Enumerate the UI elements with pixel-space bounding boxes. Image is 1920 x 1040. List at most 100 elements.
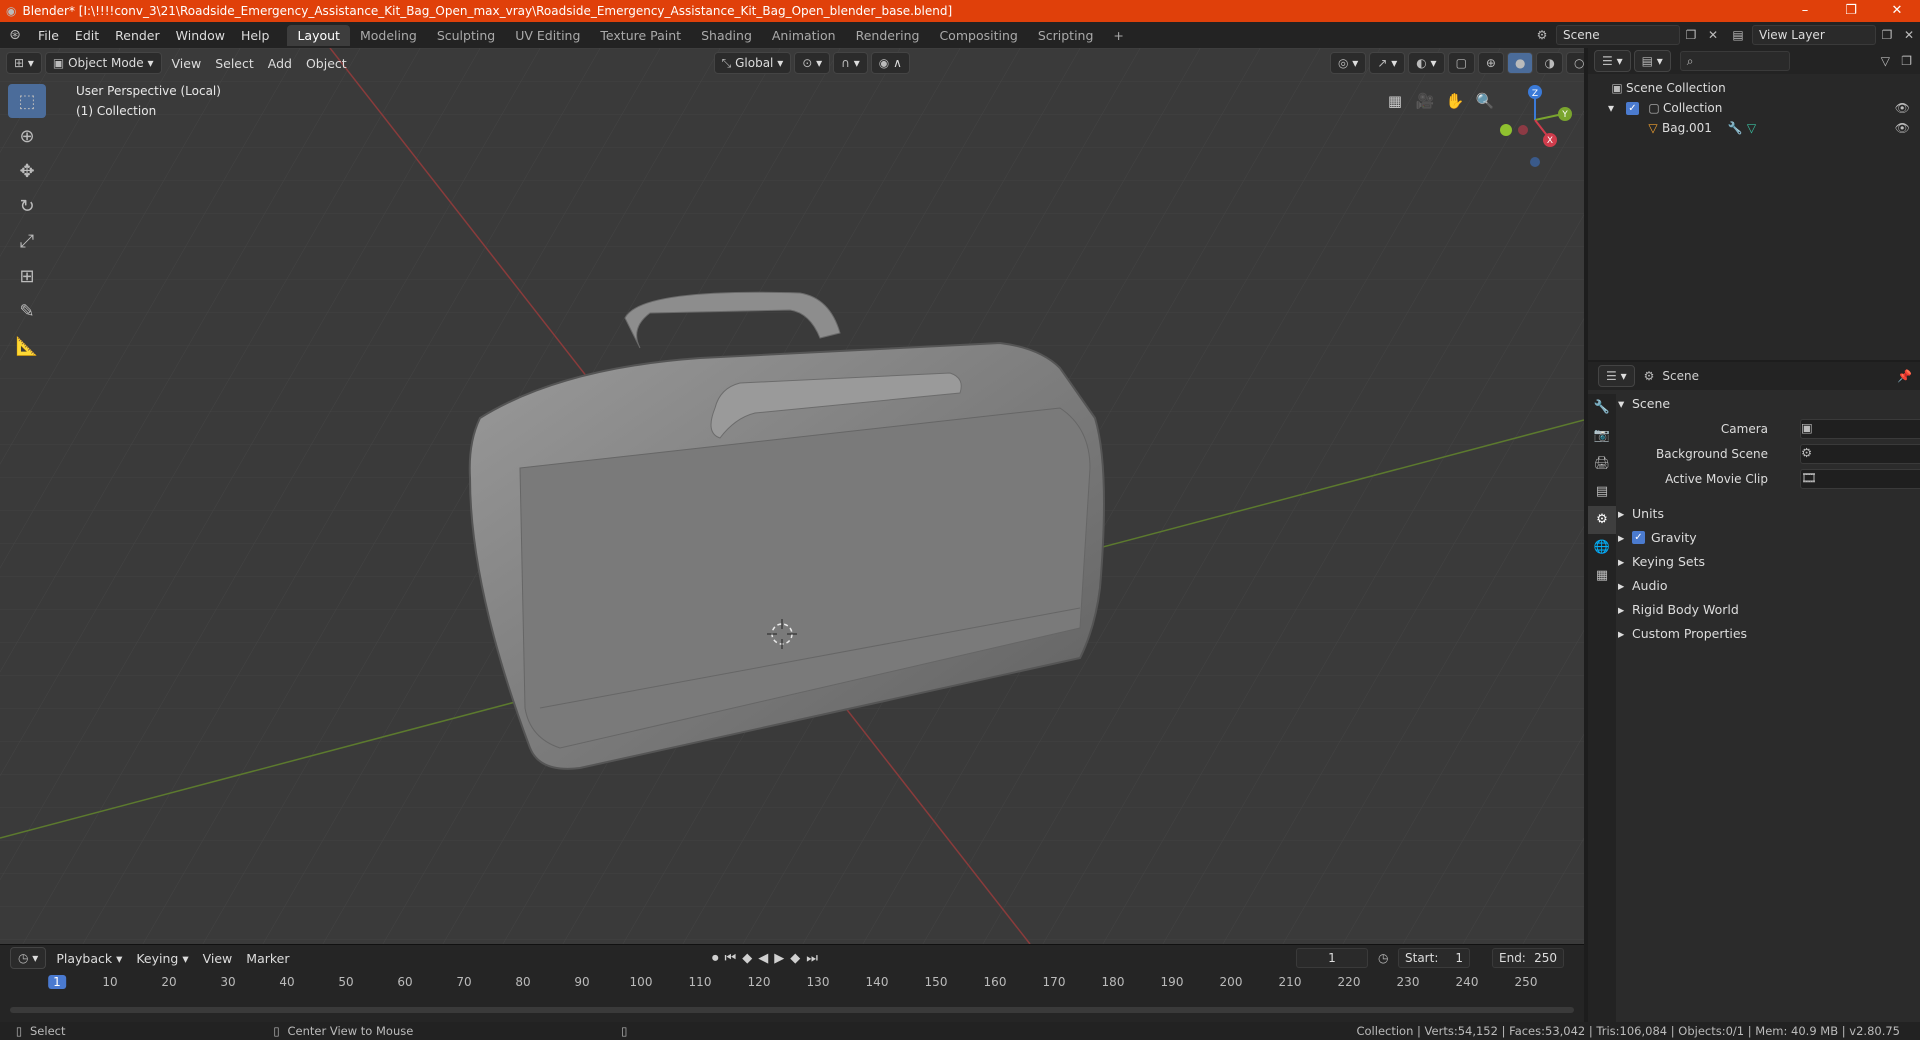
shading-material-button[interactable]: ◑ bbox=[1536, 52, 1563, 74]
jump-start-icon[interactable]: ⏮ bbox=[725, 951, 737, 966]
scene-panel-header[interactable]: ▾ Scene bbox=[1618, 392, 1670, 414]
frame-ruler[interactable]: 1 10 20 30 40 50 60 70 80 90 100 110 120… bbox=[0, 975, 1584, 995]
cursor-tool[interactable]: ⊕ bbox=[8, 119, 46, 153]
measure-tool[interactable]: 📐 bbox=[8, 329, 46, 363]
view-layer-field[interactable]: View Layer bbox=[1752, 25, 1876, 45]
timeline-menu-marker[interactable]: Marker bbox=[239, 951, 296, 966]
keying-sets-section[interactable]: ▸ Keying Sets bbox=[1618, 550, 1705, 572]
timeline-menu-playback[interactable]: Playback ▾ bbox=[49, 951, 129, 966]
outliner-search-input[interactable]: ⌕ bbox=[1679, 51, 1790, 71]
outliner-object-bag[interactable]: ▽ Bag.001 🔧 ▽ 👁 bbox=[1608, 118, 1920, 138]
gravity-checkbox[interactable]: ✓ bbox=[1632, 530, 1645, 544]
move-tool[interactable]: ✥ bbox=[8, 154, 46, 188]
properties-editor-type[interactable]: ☰ ▾ bbox=[1598, 365, 1635, 387]
next-keyframe-icon[interactable]: ◆ bbox=[790, 951, 800, 966]
custom-properties-section[interactable]: ▸ Custom Properties bbox=[1618, 622, 1747, 644]
background-scene-field[interactable]: ⚙ bbox=[1800, 444, 1920, 464]
scene-selector-icon[interactable]: ⚙ bbox=[1528, 28, 1556, 42]
tab-scripting[interactable]: Scripting bbox=[1028, 25, 1104, 46]
audio-section[interactable]: ▸ Audio bbox=[1618, 574, 1668, 596]
play-icon[interactable]: ▶ bbox=[774, 951, 784, 966]
collapse-arrow-icon[interactable]: ▾ bbox=[1608, 101, 1626, 115]
camera-field[interactable]: ▣ bbox=[1800, 419, 1920, 439]
overlay-toggle[interactable]: ◐ ▾ bbox=[1408, 52, 1445, 74]
timeline-menu-keying[interactable]: Keying ▾ bbox=[129, 951, 195, 966]
blender-menu-icon[interactable]: ⊛ bbox=[0, 27, 30, 43]
viewport-menu-view[interactable]: View bbox=[165, 56, 209, 71]
proportional-edit-toggle[interactable]: ◉ ∧ bbox=[870, 52, 910, 74]
filter-icon[interactable]: ▽ bbox=[1881, 54, 1890, 68]
scene-name-field[interactable]: Scene bbox=[1556, 25, 1680, 45]
tab-scene[interactable]: ⚙ bbox=[1588, 506, 1616, 534]
tab-texture[interactable]: ▦ bbox=[1588, 562, 1616, 590]
eye-icon[interactable]: 👁 bbox=[1895, 101, 1910, 115]
pivot-dropdown[interactable]: ⊙ ▾ bbox=[794, 52, 831, 74]
xray-toggle[interactable]: ▢ bbox=[1447, 52, 1475, 74]
zoom-icon[interactable]: 🔍 bbox=[1470, 86, 1500, 116]
outliner-scene-collection[interactable]: ▣ Scene Collection bbox=[1608, 78, 1920, 98]
snap-toggle[interactable]: ∩ ▾ bbox=[833, 52, 868, 74]
menu-file[interactable]: File bbox=[30, 28, 67, 43]
remove-scene-icon[interactable]: ✕ bbox=[1702, 28, 1724, 42]
editor-type-button[interactable]: ⊞ ▾ bbox=[6, 52, 42, 74]
tab-uv-editing[interactable]: UV Editing bbox=[505, 25, 590, 46]
tab-tool[interactable]: 🔧 bbox=[1588, 394, 1616, 422]
menu-edit[interactable]: Edit bbox=[67, 28, 107, 43]
gizmo-toggle[interactable]: ↗ ▾ bbox=[1369, 52, 1406, 74]
select-box-tool[interactable]: ⬚ bbox=[8, 84, 46, 118]
active-movie-clip-field[interactable]: 🎞 bbox=[1800, 469, 1920, 489]
tab-rendering[interactable]: Rendering bbox=[846, 25, 930, 46]
menu-render[interactable]: Render bbox=[107, 28, 168, 43]
remove-view-layer-icon[interactable]: ✕ bbox=[1898, 28, 1920, 42]
tab-shading[interactable]: Shading bbox=[691, 25, 762, 46]
annotate-tool[interactable]: ✎ bbox=[8, 294, 46, 328]
prev-keyframe-icon[interactable]: ◆ bbox=[742, 951, 752, 966]
shading-rendered-button[interactable]: ○ ▾ bbox=[1565, 52, 1584, 74]
tab-layout[interactable]: Layout bbox=[287, 24, 350, 46]
pin-icon[interactable]: 📌 bbox=[1897, 369, 1912, 383]
viewport-menu-select[interactable]: Select bbox=[208, 56, 261, 71]
tab-animation[interactable]: Animation bbox=[762, 25, 846, 46]
3d-viewport[interactable]: Z Y X ⊞ ▾ ▣ Object Mode ▾ View Select Ad… bbox=[0, 48, 1584, 944]
new-collection-icon[interactable]: ❐ bbox=[1901, 54, 1912, 68]
outliner-editor-type[interactable]: ☰ ▾ bbox=[1594, 50, 1631, 72]
viewport-menu-add[interactable]: Add bbox=[261, 56, 299, 71]
transform-orientation-dropdown[interactable]: ⤡ Global ▾ bbox=[713, 52, 792, 74]
start-frame-field[interactable]: Start: 1 bbox=[1398, 948, 1470, 968]
pan-hand-icon[interactable]: ✋ bbox=[1440, 86, 1470, 116]
gravity-section[interactable]: ▸ ✓ Gravity bbox=[1618, 526, 1697, 548]
tab-sculpting[interactable]: Sculpting bbox=[427, 25, 505, 46]
camera-view-icon[interactable]: 🎥 bbox=[1410, 86, 1440, 116]
rigid-body-world-section[interactable]: ▸ Rigid Body World bbox=[1618, 598, 1739, 620]
minimize-button[interactable]: – bbox=[1782, 0, 1828, 22]
display-mode-dropdown[interactable]: ▤ ▾ bbox=[1633, 50, 1671, 72]
wrench-icon[interactable]: 🔧 bbox=[1728, 121, 1743, 135]
mesh-data-icon[interactable]: ▽ bbox=[1747, 121, 1756, 135]
view-layer-icon[interactable]: ▤ bbox=[1724, 28, 1752, 42]
scale-tool[interactable]: ⤢ bbox=[8, 224, 46, 258]
add-workspace-button[interactable]: + bbox=[1103, 25, 1133, 46]
record-icon[interactable]: ⏺ bbox=[712, 951, 719, 966]
timeline-editor-type[interactable]: ◷ ▾ bbox=[10, 947, 47, 969]
close-button[interactable]: ✕ bbox=[1874, 0, 1920, 22]
shading-wireframe-button[interactable]: ⊕ bbox=[1477, 52, 1504, 74]
tab-world[interactable]: 🌐 bbox=[1588, 534, 1616, 562]
grid-view-icon[interactable]: ▦ bbox=[1380, 86, 1410, 116]
timeline-scrollbar[interactable] bbox=[10, 1007, 1574, 1013]
collection-checkbox[interactable]: ✓ bbox=[1626, 101, 1639, 115]
tab-modeling[interactable]: Modeling bbox=[350, 25, 427, 46]
current-frame-marker[interactable]: 1 bbox=[48, 975, 66, 989]
timeline-menu-view[interactable]: View bbox=[196, 951, 240, 966]
visibility-dropdown[interactable]: ◎ ▾ bbox=[1330, 52, 1367, 74]
current-frame-field[interactable]: 1 bbox=[1296, 948, 1368, 968]
new-view-layer-icon[interactable]: ❐ bbox=[1876, 28, 1898, 42]
outliner-collection[interactable]: ▾ ✓ ▢ Collection 👁 bbox=[1608, 98, 1920, 118]
eye-icon[interactable]: 👁 bbox=[1895, 121, 1910, 135]
units-section[interactable]: ▸ Units bbox=[1618, 502, 1664, 524]
viewport-menu-object[interactable]: Object bbox=[299, 56, 354, 71]
new-scene-icon[interactable]: ❐ bbox=[1680, 28, 1702, 42]
maximize-button[interactable]: ❐ bbox=[1828, 0, 1874, 22]
tab-compositing[interactable]: Compositing bbox=[929, 25, 1027, 46]
transform-tool[interactable]: ⊞ bbox=[8, 259, 46, 293]
tab-texture-paint[interactable]: Texture Paint bbox=[590, 25, 691, 46]
